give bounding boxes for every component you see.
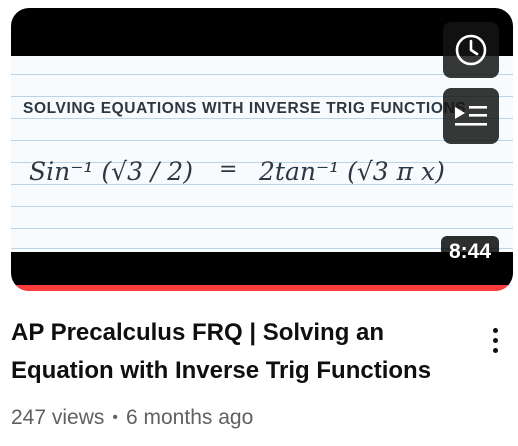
more-options-button[interactable]	[482, 318, 508, 362]
upload-age: 6 months ago	[126, 406, 254, 429]
watch-later-button[interactable]	[443, 22, 499, 78]
video-title[interactable]: AP Precalculus FRQ | Solving an Equation…	[11, 314, 461, 390]
more-vertical-icon-dot	[492, 347, 498, 353]
equation-left: Sin⁻¹ (√3 / 2)	[29, 157, 193, 186]
duration-badge: 8:44	[440, 236, 499, 268]
add-to-queue-button[interactable]	[443, 88, 499, 144]
more-vertical-icon-dot	[492, 327, 498, 333]
video-metadata: 247 views • 6 months ago	[11, 406, 253, 430]
video-thumbnail[interactable]: SOLVING EQUATIONS WITH INVERSE TRIG FUNC…	[11, 8, 513, 291]
clock-icon	[455, 34, 487, 66]
view-count: 247 views	[11, 406, 105, 429]
equation-right: 2tan⁻¹ (√3 π x)	[258, 157, 445, 186]
handwritten-equation: Sin⁻¹ (√3 / 2) = 2tan⁻¹ (√3 π x)	[29, 157, 445, 186]
meta-separator: •	[112, 409, 118, 426]
more-vertical-icon-dot	[492, 337, 498, 343]
watch-progress-bar	[11, 285, 513, 291]
add-to-queue-icon	[455, 106, 487, 126]
watch-progress-fill	[11, 285, 513, 291]
video-card[interactable]: SOLVING EQUATIONS WITH INVERSE TRIG FUNC…	[0, 0, 518, 446]
equation-equals: =	[219, 157, 237, 182]
lined-paper-background: SOLVING EQUATIONS WITH INVERSE TRIG FUNC…	[11, 56, 513, 252]
